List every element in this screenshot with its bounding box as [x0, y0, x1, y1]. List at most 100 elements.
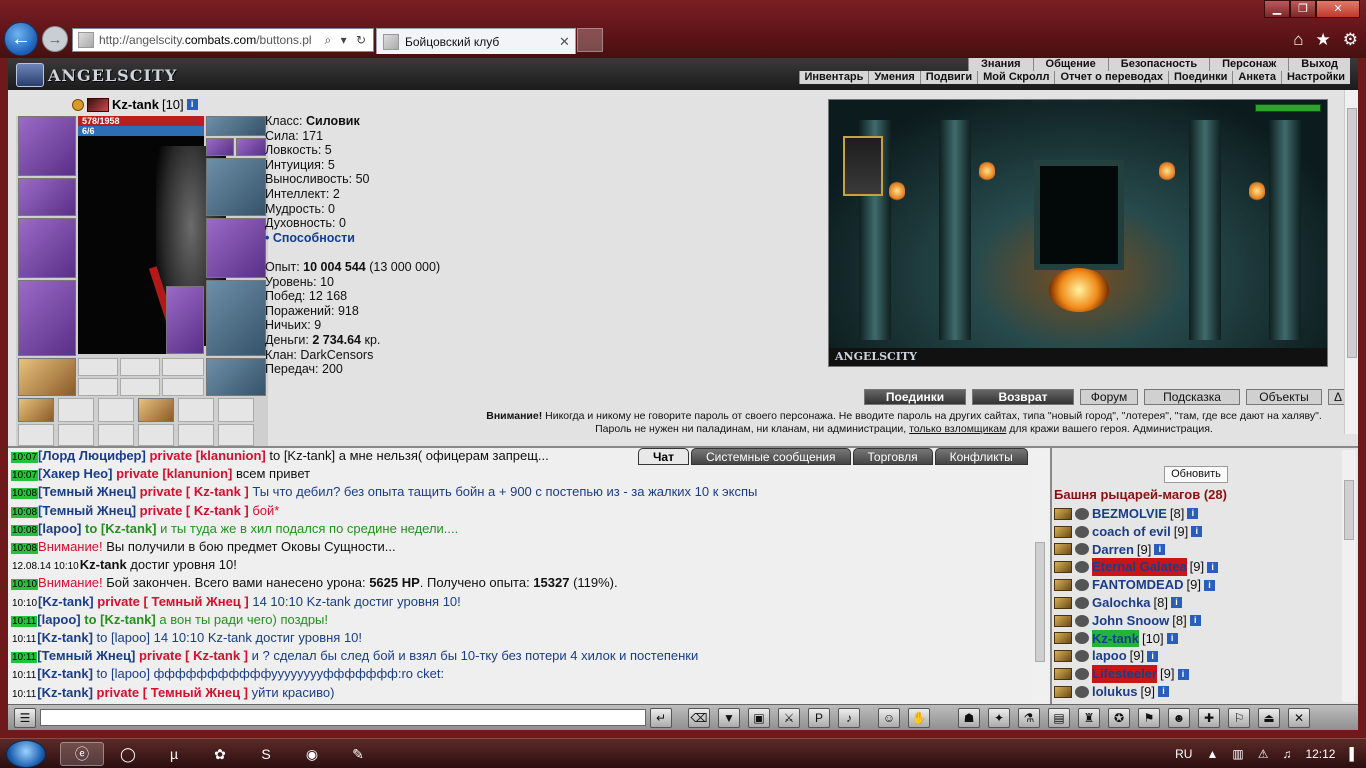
room-user-name[interactable]: BEZMOLVIE — [1092, 505, 1167, 523]
clan-icon[interactable] — [1075, 650, 1089, 663]
scroll-slot-4[interactable] — [18, 424, 54, 446]
room-user[interactable]: coach of evil [9] i — [1054, 523, 1344, 541]
new-tab-button[interactable] — [577, 28, 603, 52]
weapon-right-slot[interactable] — [206, 218, 266, 278]
info-icon[interactable]: i — [186, 99, 198, 110]
room-user[interactable]: Galochka [8] i — [1054, 594, 1344, 612]
chat-recipient[interactable]: private [klanunion] — [116, 466, 232, 481]
empty-slot[interactable] — [120, 378, 160, 396]
subnav-transfer-report[interactable]: Отчет о переводах — [1054, 71, 1168, 84]
chat-nick[interactable]: [Kz-tank] — [37, 685, 93, 700]
close-panel-icon[interactable]: ✕ — [1288, 708, 1310, 728]
chat-time[interactable]: 10:07 — [11, 470, 39, 482]
empty-scroll-slot[interactable] — [218, 398, 254, 422]
clan-icon[interactable] — [1075, 668, 1089, 681]
boots-slot[interactable] — [206, 358, 266, 396]
private-arrow-icon[interactable] — [1054, 685, 1072, 698]
pet-slot[interactable] — [166, 286, 204, 354]
start-button[interactable] — [6, 740, 46, 768]
chat-time[interactable]: 10:08 — [11, 488, 39, 500]
return-button[interactable]: Возврат — [972, 389, 1074, 405]
banner-icon[interactable] — [843, 136, 883, 196]
nav-character[interactable]: Персонаж — [1209, 58, 1288, 71]
belt-slot[interactable] — [18, 358, 76, 396]
tab-chat[interactable]: Чат — [638, 448, 689, 465]
clan-icon[interactable] — [1075, 614, 1089, 627]
clan-icon[interactable] — [1075, 685, 1089, 698]
torrent-taskbar-icon[interactable]: µ — [152, 742, 196, 766]
chat-recipient[interactable]: to [Kz-tank] — [85, 521, 157, 536]
main-scroll-thumb[interactable] — [1347, 108, 1357, 358]
chat-scroll-thumb[interactable] — [1035, 542, 1045, 662]
filter-icon[interactable]: ▼ — [718, 708, 740, 728]
torch-tool-icon[interactable]: ✦ — [988, 708, 1010, 728]
sound-icon[interactable]: ♪ — [838, 708, 860, 728]
room-user-name[interactable]: Kz-tank — [1092, 629, 1139, 648]
spell-icon[interactable]: ☗ — [958, 708, 980, 728]
room-user[interactable]: Darren [9] i — [1054, 541, 1344, 559]
chat-nick[interactable]: [Kz-tank] — [38, 594, 94, 609]
clear-icon[interactable]: ⌫ — [688, 708, 710, 728]
abilities-link[interactable]: • Способности — [265, 231, 440, 246]
private-arrow-icon[interactable] — [1054, 525, 1072, 538]
main-scrollbar[interactable] — [1344, 90, 1358, 434]
nav-knowledge[interactable]: Знания — [968, 58, 1032, 71]
info-icon[interactable]: i — [1157, 686, 1169, 698]
refresh-button[interactable]: Обновить — [1164, 466, 1228, 483]
subnav-skills[interactable]: Умения — [868, 71, 919, 84]
empty-scroll-slot[interactable] — [138, 424, 174, 446]
empty-slot[interactable] — [162, 378, 204, 396]
warning-icon[interactable]: ⚠ — [1258, 747, 1269, 761]
nav-communication[interactable]: Общение — [1032, 58, 1108, 71]
chat-nick[interactable]: [lapoo] — [38, 521, 81, 536]
chat-time[interactable]: 10:11 — [11, 689, 37, 700]
info-icon[interactable]: i — [1171, 597, 1182, 609]
weapon-left-slot[interactable] — [18, 218, 76, 278]
tab-conflicts[interactable]: Конфликты — [934, 448, 1028, 465]
map-icon[interactable]: ✪ — [1108, 708, 1130, 728]
empty-scroll-slot[interactable] — [178, 424, 214, 446]
chat-time[interactable]: 10:11 — [11, 670, 37, 681]
inventory-icon[interactable]: ♜ — [1078, 708, 1100, 728]
room-user[interactable]: lapoo [9] i — [1054, 647, 1344, 665]
chat-time[interactable]: 10:08 — [11, 524, 39, 536]
legs-slot[interactable] — [206, 280, 266, 356]
forward-button[interactable]: → — [42, 26, 68, 52]
clan-icon[interactable] — [1075, 507, 1089, 520]
empty-scroll-slot[interactable] — [98, 424, 134, 446]
scroll-slot[interactable] — [18, 398, 54, 422]
info-icon[interactable]: i — [1189, 615, 1201, 627]
subnav-inventory[interactable]: Инвентарь — [798, 71, 869, 84]
chat-recipient[interactable]: private [ Темный Жнец ] — [97, 685, 248, 700]
room-user-name[interactable]: FANTOMDEAD — [1092, 576, 1183, 594]
game-logo[interactable]: ANGELSCITY — [16, 62, 177, 88]
nav-exit[interactable]: Выход — [1288, 58, 1350, 71]
chat-time[interactable]: 10:11 — [11, 615, 38, 627]
info-icon[interactable]: i — [1166, 632, 1178, 644]
armor-slot[interactable] — [18, 280, 76, 356]
room-user-name[interactable]: lolukus — [1092, 683, 1138, 701]
chat-time[interactable]: 10:11 — [11, 634, 37, 645]
clan-icon[interactable] — [1075, 596, 1089, 609]
warning-link[interactable]: только взломщикам — [909, 423, 1006, 435]
hint-button[interactable]: Подсказка — [1144, 389, 1240, 405]
chat-time[interactable]: 10:11 — [11, 652, 38, 664]
empty-slot[interactable] — [120, 358, 160, 376]
empty-slot[interactable] — [162, 358, 204, 376]
chrome-taskbar-icon[interactable]: ◉ — [290, 742, 334, 766]
chat-time[interactable]: 10:10 — [11, 598, 38, 609]
info-icon[interactable]: i — [1177, 668, 1189, 680]
send-icon[interactable]: ↵ — [650, 708, 672, 728]
private-icon[interactable]: P — [808, 708, 830, 728]
room-user[interactable]: John Snoow [8] i — [1054, 612, 1344, 630]
chat-nick[interactable]: [Хакер Нео] — [38, 466, 112, 481]
settings-gear-icon[interactable]: ⚙ — [1343, 30, 1358, 50]
helmet-slot[interactable] — [18, 116, 76, 176]
room-user[interactable]: Eternal Galatea [9] i — [1054, 558, 1344, 577]
info-icon[interactable]: i — [1191, 526, 1203, 538]
private-arrow-icon[interactable] — [1054, 579, 1072, 592]
potion-icon[interactable]: ⚗ — [1018, 708, 1040, 728]
clan-icon[interactable] — [1075, 579, 1089, 592]
info-icon[interactable]: i — [1207, 561, 1219, 573]
chat-recipient[interactable]: private [ Темный Жнец ] — [97, 594, 248, 609]
